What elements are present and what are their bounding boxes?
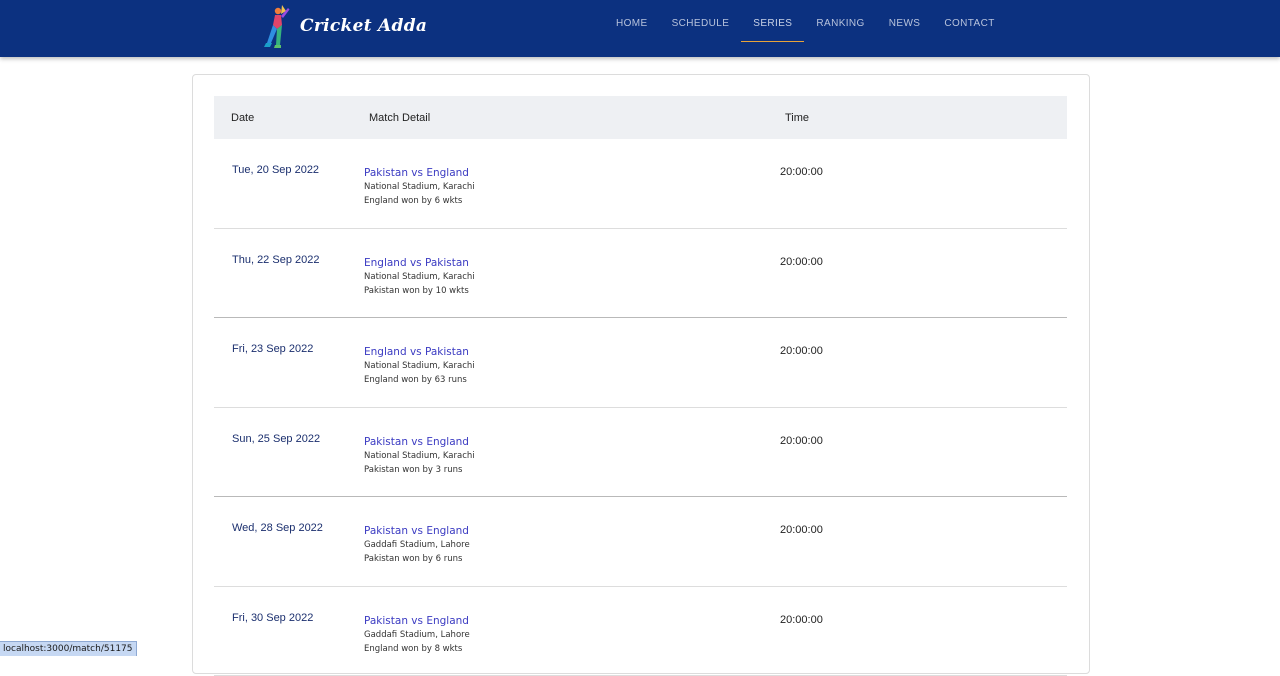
- match-venue: National Stadium, Karachi: [364, 180, 475, 194]
- match-detail: Pakistan vs England National Stadium, Ka…: [364, 166, 475, 208]
- match-result: England won by 6 wkts: [364, 194, 475, 208]
- match-venue: Gaddafi Stadium, Lahore: [364, 538, 470, 552]
- match-link[interactable]: England vs Pakistan: [364, 256, 475, 270]
- table-row: Thu, 22 Sep 2022 England vs Pakistan Nat…: [214, 229, 1067, 319]
- table-row: Sun, 25 Sep 2022 Pakistan vs England Nat…: [214, 408, 1067, 498]
- match-link[interactable]: Pakistan vs England: [364, 166, 475, 180]
- table-row: Wed, 28 Sep 2022 Pakistan vs England Gad…: [214, 497, 1067, 587]
- match-result: Pakistan won by 3 runs: [364, 463, 475, 477]
- match-result: Pakistan won by 6 runs: [364, 552, 470, 566]
- nav-series[interactable]: SERIES: [741, 0, 804, 44]
- match-link[interactable]: Pakistan vs England: [364, 435, 475, 449]
- brand-name: Cricket Adda: [300, 16, 427, 36]
- match-venue: National Stadium, Karachi: [364, 270, 475, 284]
- match-detail: England vs Pakistan National Stadium, Ka…: [364, 345, 475, 387]
- table-header: Date Match Detail Time: [214, 96, 1067, 139]
- match-venue: Gaddafi Stadium, Lahore: [364, 628, 470, 642]
- match-date: Tue, 20 Sep 2022: [232, 164, 319, 176]
- top-navbar: Cricket Adda HOME SCHEDULE SERIES RANKIN…: [0, 0, 1280, 57]
- nav-contact[interactable]: CONTACT: [932, 0, 1006, 44]
- match-time: 20:00:00: [780, 614, 823, 626]
- series-schedule-table: Date Match Detail Time Tue, 20 Sep 2022 …: [214, 96, 1067, 676]
- match-time: 20:00:00: [780, 166, 823, 178]
- brand-link[interactable]: Cricket Adda: [260, 3, 427, 49]
- main-nav: HOME SCHEDULE SERIES RANKING NEWS CONTAC…: [604, 0, 1007, 57]
- match-link[interactable]: England vs Pakistan: [364, 345, 475, 359]
- series-schedule-card: Date Match Detail Time Tue, 20 Sep 2022 …: [192, 74, 1090, 674]
- match-detail: Pakistan vs England Gaddafi Stadium, Lah…: [364, 524, 470, 566]
- match-result: England won by 8 wkts: [364, 642, 470, 656]
- match-detail: England vs Pakistan National Stadium, Ka…: [364, 256, 475, 298]
- table-row: Fri, 23 Sep 2022 England vs Pakistan Nat…: [214, 318, 1067, 408]
- match-time: 20:00:00: [780, 524, 823, 536]
- nav-ranking[interactable]: RANKING: [804, 0, 876, 44]
- match-date: Thu, 22 Sep 2022: [232, 254, 319, 266]
- match-time: 20:00:00: [780, 256, 823, 268]
- match-link[interactable]: Pakistan vs England: [364, 524, 470, 538]
- match-time: 20:00:00: [780, 345, 823, 357]
- match-venue: National Stadium, Karachi: [364, 359, 475, 373]
- match-link[interactable]: Pakistan vs England: [364, 614, 470, 628]
- match-date: Fri, 30 Sep 2022: [232, 612, 313, 624]
- cricket-batsman-icon: [260, 3, 294, 49]
- table-row: Tue, 20 Sep 2022 Pakistan vs England Nat…: [214, 139, 1067, 229]
- match-venue: National Stadium, Karachi: [364, 449, 475, 463]
- match-date: Wed, 28 Sep 2022: [232, 522, 323, 534]
- match-detail: Pakistan vs England National Stadium, Ka…: [364, 435, 475, 477]
- match-detail: Pakistan vs England Gaddafi Stadium, Lah…: [364, 614, 470, 656]
- link-status-bar: localhost:3000/match/51175: [0, 641, 137, 656]
- table-row: Fri, 30 Sep 2022 Pakistan vs England Gad…: [214, 587, 1067, 676]
- match-result: England won by 63 runs: [364, 373, 475, 387]
- header-match-detail: Match Detail: [369, 112, 430, 124]
- header-date: Date: [231, 112, 254, 124]
- match-result: Pakistan won by 10 wkts: [364, 284, 475, 298]
- nav-home[interactable]: HOME: [604, 0, 660, 44]
- nav-news[interactable]: NEWS: [877, 0, 933, 44]
- match-date: Fri, 23 Sep 2022: [232, 343, 313, 355]
- nav-schedule[interactable]: SCHEDULE: [660, 0, 742, 44]
- header-time: Time: [785, 112, 809, 124]
- match-time: 20:00:00: [780, 435, 823, 447]
- match-date: Sun, 25 Sep 2022: [232, 433, 320, 445]
